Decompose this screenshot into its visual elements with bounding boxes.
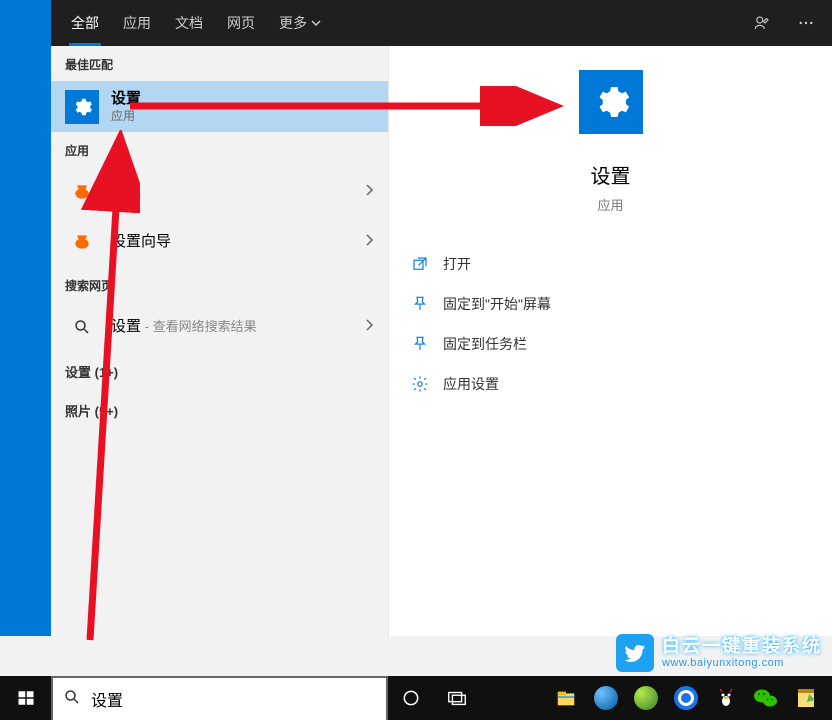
detail-gear-icon: [579, 70, 643, 134]
collapse-photos[interactable]: 照片 (5+): [51, 391, 388, 430]
globe-icon: [634, 686, 658, 710]
bird-icon: [616, 634, 654, 672]
taskbar-app-qq[interactable]: [706, 676, 746, 720]
section-search-web: 搜索网页: [51, 267, 388, 302]
search-tabs: 全部 应用 文档 网页 更多: [51, 0, 832, 46]
section-best-match: 最佳匹配: [51, 46, 388, 81]
open-icon: [411, 255, 429, 273]
folder-icon: [554, 687, 578, 709]
action-app-settings[interactable]: 应用设置: [411, 364, 810, 404]
taskbar-search-box[interactable]: [51, 676, 388, 720]
taskbar-app-explorer[interactable]: [546, 676, 586, 720]
start-button[interactable]: [0, 676, 51, 720]
result-app-1[interactable]: 设置: [51, 167, 388, 217]
tab-more[interactable]: 更多: [267, 0, 333, 46]
result-settings-app[interactable]: 设置 应用: [51, 81, 388, 132]
gear-icon: [65, 90, 99, 124]
taskbar-app-wechat[interactable]: [746, 676, 786, 720]
result-title: 设置: [111, 89, 374, 109]
gear-icon: [411, 375, 429, 393]
note-icon: [795, 686, 817, 710]
result-title: 设置: [111, 182, 352, 202]
watermark: 白云一键重装系统 www.baiyunxitong.com: [616, 634, 822, 672]
search-icon: [63, 688, 81, 711]
globe-icon: [594, 686, 618, 710]
collapse-settings[interactable]: 设置 (1+): [51, 352, 388, 391]
sogou-icon: [65, 225, 99, 259]
chevron-down-icon: [311, 18, 321, 28]
section-apps: 应用: [51, 132, 388, 167]
result-title: 设置 - 查看网络搜索结果: [111, 317, 352, 337]
result-web-1[interactable]: 设置 - 查看网络搜索结果: [51, 302, 388, 352]
cortana-button[interactable]: [388, 676, 434, 720]
windows-icon: [17, 689, 35, 707]
circle-icon: [401, 688, 421, 708]
taskbar-app-browser-2[interactable]: [626, 676, 666, 720]
result-title: 设置向导: [111, 232, 352, 252]
tab-docs[interactable]: 文档: [163, 0, 215, 46]
result-app-2[interactable]: 设置向导: [51, 217, 388, 267]
search-input[interactable]: [91, 690, 376, 708]
pin-icon: [411, 335, 429, 353]
search-icon: [65, 310, 99, 344]
task-view-button[interactable]: [434, 676, 480, 720]
detail-pane: 设置 应用 打开 固定到"开始"屏幕 固定到任务栏 应用设置: [388, 46, 832, 636]
tab-web[interactable]: 网页: [215, 0, 267, 46]
taskbar-app-browser-3[interactable]: [666, 676, 706, 720]
detail-title: 设置: [591, 160, 631, 189]
tab-all[interactable]: 全部: [59, 0, 111, 46]
chevron-right-icon: [364, 233, 374, 252]
penguin-icon: [714, 686, 738, 710]
results-list: 最佳匹配 设置 应用 应用 设置: [51, 46, 388, 636]
tab-apps[interactable]: 应用: [111, 0, 163, 46]
taskbar-app-browser-1[interactable]: [586, 676, 626, 720]
result-sub: 应用: [111, 109, 374, 125]
task-view-icon: [446, 688, 468, 708]
chevron-right-icon: [364, 183, 374, 202]
sogou-icon: [65, 175, 99, 209]
action-open[interactable]: 打开: [411, 244, 810, 284]
globe-icon: [674, 686, 698, 710]
feedback-icon[interactable]: [744, 5, 780, 41]
pin-icon: [411, 295, 429, 313]
detail-sub: 应用: [597, 195, 623, 214]
action-pin-start[interactable]: 固定到"开始"屏幕: [411, 284, 810, 324]
more-options-icon[interactable]: [788, 5, 824, 41]
taskbar-app-notes[interactable]: [786, 676, 826, 720]
taskbar: [0, 676, 832, 720]
wechat-icon: [753, 686, 779, 710]
action-pin-taskbar[interactable]: 固定到任务栏: [411, 324, 810, 364]
chevron-right-icon: [364, 318, 374, 337]
